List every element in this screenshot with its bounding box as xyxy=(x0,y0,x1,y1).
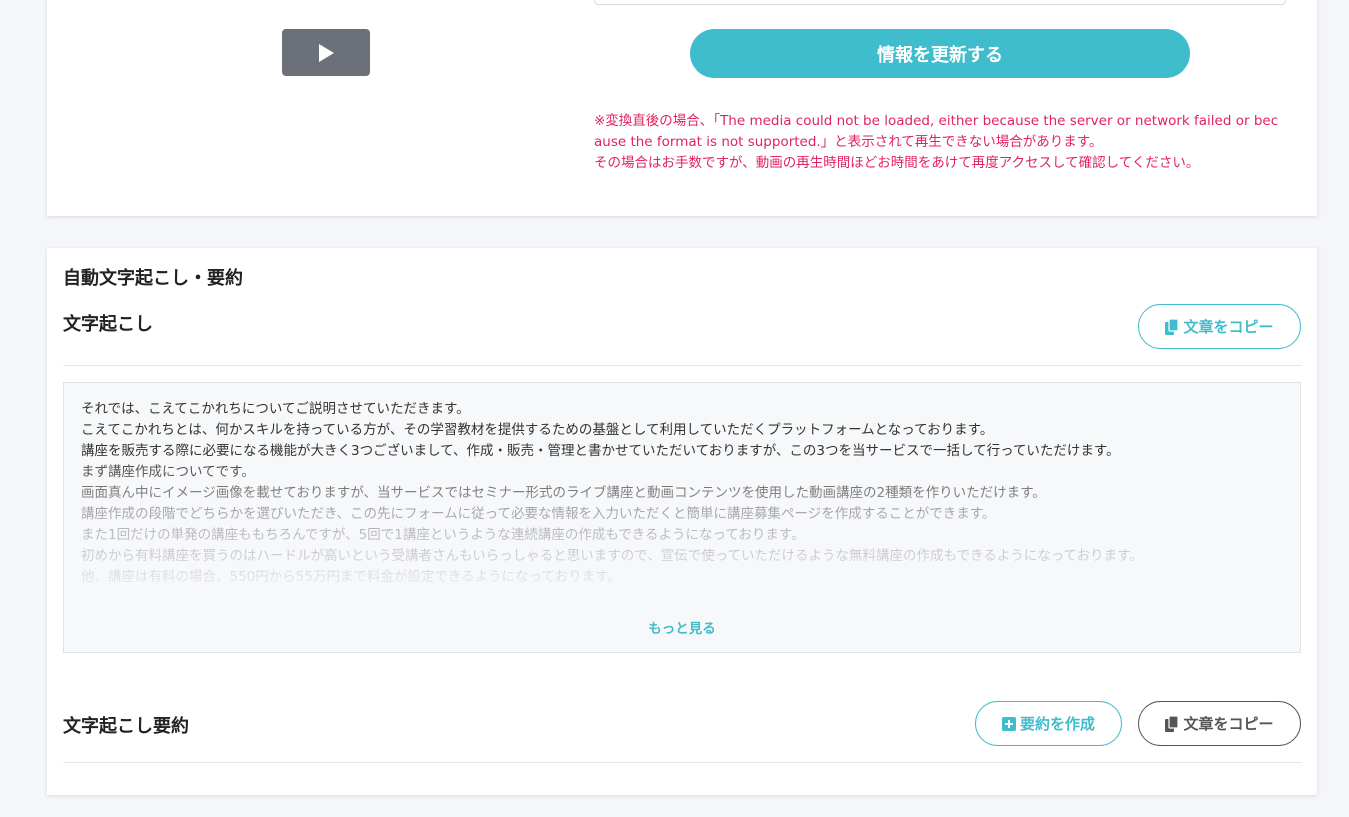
copy-icon xyxy=(1165,715,1180,732)
copy-transcript-button[interactable]: 文章をコピー xyxy=(1138,304,1301,349)
divider xyxy=(63,762,1302,763)
transcript-line: 初めから有料講座を買うのはハードルが高いという受講者さんもいらっしゃると思います… xyxy=(81,548,1143,564)
transcript-line: こえてこかれちとは、何かスキルを持っている方が、その学習教材を提供するための基盤… xyxy=(81,422,994,438)
media-error-notice: ※変換直後の場合、「The media could not be loaded,… xyxy=(594,111,1286,174)
video-card: 情報を更新する ※変換直後の場合、「The media could not be… xyxy=(47,0,1317,216)
section-title: 自動文字起こし・要約 xyxy=(63,268,243,289)
divider xyxy=(63,365,1302,366)
notice-line-1: ※変換直後の場合、「The media could not be loaded,… xyxy=(594,113,1279,150)
transcript-line: 講座作成の段階でどちらかを選びいただき、この先にフォームに従って必要な情報を入力… xyxy=(81,506,996,522)
transcript-line: まず講座作成についてです。 xyxy=(81,464,255,480)
transcript-line: 他、講座は有料の場合、550円から55万円まで料金が設定できるようになっておりま… xyxy=(81,569,621,585)
transcript-text: それでは、こえてこかれちについてご説明させていただきます。 こえてこかれちとは、… xyxy=(81,399,1281,588)
summary-title: 文字起こし要約 xyxy=(63,716,189,737)
notice-line-2: その場合はお手数ですが、動画の再生時間ほどお時間をあけて再度アクセスして確認して… xyxy=(594,155,1200,171)
update-info-button[interactable]: 情報を更新する xyxy=(690,29,1190,78)
plus-square-icon xyxy=(1001,716,1016,731)
transcript-line: 画面真ん中にイメージ画像を載せておりますが、当サービスではセミナー形式のライブ講… xyxy=(81,485,1046,501)
show-more-link[interactable]: もっと見る xyxy=(64,617,1300,637)
copy-transcript-label: 文章をコピー xyxy=(1183,318,1274,336)
create-summary-button[interactable]: 要約を作成 xyxy=(975,701,1122,746)
transcript-line: また1回だけの単発の講座ももちろんですが、5回で1講座というような連続講座の作成… xyxy=(81,527,805,543)
transcript-title: 文字起こし xyxy=(63,314,153,335)
create-summary-label: 要約を作成 xyxy=(1019,715,1095,733)
transcript-line: それでは、こえてこかれちについてご説明させていただきます。 xyxy=(81,401,470,417)
transcript-line: 講座を販売する際に必要になる機能が大きく3つございまして、作成・販売・管理と書か… xyxy=(81,443,1120,459)
transcript-box: それでは、こえてこかれちについてご説明させていただきます。 こえてこかれちとは、… xyxy=(63,382,1301,653)
copy-summary-button[interactable]: 文章をコピー xyxy=(1138,701,1301,746)
text-input-field[interactable] xyxy=(594,0,1286,5)
copy-icon xyxy=(1165,318,1180,335)
copy-summary-label: 文章をコピー xyxy=(1183,715,1274,733)
transcription-card: 自動文字起こし・要約 文字起こし 文章をコピー それでは、こえてこかれちについて… xyxy=(47,248,1317,795)
play-icon xyxy=(318,43,334,62)
play-button[interactable] xyxy=(282,29,370,76)
